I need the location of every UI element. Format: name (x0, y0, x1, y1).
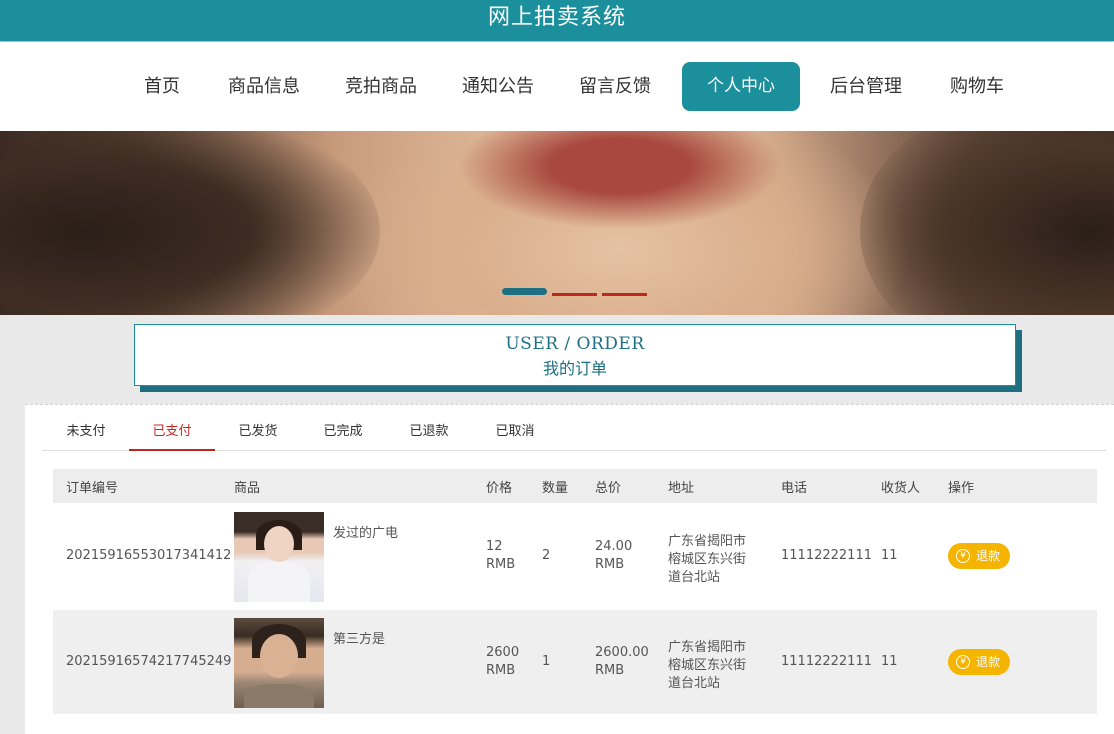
address-line-2: 榕城区东兴街 (668, 658, 747, 673)
table-row: 20215916553017341412 发过的广电 12 RMB 2 24.0… (53, 504, 1097, 608)
col-total: 总价 (595, 481, 622, 496)
table-row: 20215916574217745249 第三方是 2600 RMB 1 260… (53, 610, 1097, 714)
tab-unpaid[interactable]: 未支付 (57, 420, 115, 451)
tab-refunded[interactable]: 已退款 (400, 420, 458, 451)
address-line-3: 道台北站 (668, 570, 721, 585)
site-title: 网上拍卖系统 (487, 5, 626, 30)
tab-shipped[interactable]: 已发货 (229, 420, 287, 451)
address-line-1: 广东省揭阳市 (668, 640, 747, 655)
carousel-dot-2[interactable] (552, 293, 597, 296)
product-thumbnail[interactable] (234, 618, 324, 708)
refund-label: 退款 (976, 549, 1001, 563)
receiver: 11 (881, 548, 898, 563)
total-value: 2600.00 (595, 645, 649, 660)
nav-item-notices[interactable]: 通知公告 (462, 62, 534, 111)
refund-button[interactable]: ¥ 退款 (948, 649, 1010, 675)
col-qty: 数量 (542, 481, 569, 496)
top-header-bar: 网上拍卖系统 (0, 0, 1114, 41)
product-name[interactable]: 第三方是 (333, 628, 385, 647)
refund-label: 退款 (976, 655, 1001, 669)
nav-item-cart[interactable]: 购物车 (950, 62, 1004, 111)
col-phone: 电话 (781, 481, 808, 496)
yen-icon: ¥ (956, 655, 970, 669)
banner-image-hair-left (0, 131, 380, 315)
col-product: 商品 (234, 481, 261, 496)
nav-item-auction[interactable]: 竞拍商品 (345, 62, 417, 111)
table-header: 订单编号 商品 价格 数量 总价 地址 电话 收货人 操作 (53, 469, 1097, 503)
phone: 11112222111 (781, 654, 872, 669)
phone: 11112222111 (781, 548, 872, 563)
total-value: 24.00 (595, 539, 633, 554)
total-unit: RMB (595, 557, 625, 572)
col-address: 地址 (668, 481, 695, 496)
refund-button[interactable]: ¥ 退款 (948, 543, 1010, 569)
yen-icon: ¥ (956, 549, 970, 563)
banner-image-hair-right (860, 131, 1114, 315)
col-receiver: 收货人 (881, 481, 921, 496)
tab-cancelled[interactable]: 已取消 (486, 420, 544, 451)
order-status-tabs: 未支付 已支付 已发货 已完成 已退款 已取消 (42, 420, 1106, 451)
address-line-2: 榕城区东兴街 (668, 552, 747, 567)
price-value: 12 (486, 539, 503, 554)
receiver: 11 (881, 654, 898, 669)
col-action: 操作 (948, 481, 975, 496)
nav-item-home[interactable]: 首页 (144, 62, 180, 111)
price-unit: RMB (486, 663, 516, 678)
price-value: 2600 (486, 645, 520, 660)
tab-paid[interactable]: 已支付 (129, 420, 215, 451)
nav-item-admin[interactable]: 后台管理 (830, 62, 902, 111)
address-line-1: 广东省揭阳市 (668, 534, 747, 549)
product-name[interactable]: 发过的广电 (333, 522, 398, 541)
page-heading-en: USER / ORDER (505, 334, 645, 354)
col-price: 价格 (486, 481, 513, 496)
total-unit: RMB (595, 663, 625, 678)
carousel-dot-3[interactable] (602, 293, 647, 296)
banner-carousel[interactable] (0, 131, 1114, 315)
quantity: 1 (542, 654, 551, 669)
price-unit: RMB (486, 557, 516, 572)
main-nav: 首页 商品信息 竞拍商品 通知公告 留言反馈 个人中心 后台管理 购物车 (0, 42, 1114, 131)
tab-completed[interactable]: 已完成 (314, 420, 372, 451)
nav-item-feedback[interactable]: 留言反馈 (579, 62, 651, 111)
nav-item-products[interactable]: 商品信息 (228, 62, 300, 111)
order-number: 20215916553017341412 (66, 548, 232, 563)
page-heading-box: USER / ORDER 我的订单 (134, 324, 1016, 386)
quantity: 2 (542, 548, 551, 563)
col-order-no: 订单编号 (66, 481, 119, 496)
page-heading-cn: 我的订单 (542, 359, 607, 378)
carousel-dot-1[interactable] (502, 288, 547, 295)
address-line-3: 道台北站 (668, 676, 721, 691)
nav-item-user-center[interactable]: 个人中心 (682, 62, 800, 111)
order-number: 20215916574217745249 (66, 654, 232, 669)
product-thumbnail[interactable] (234, 512, 324, 602)
